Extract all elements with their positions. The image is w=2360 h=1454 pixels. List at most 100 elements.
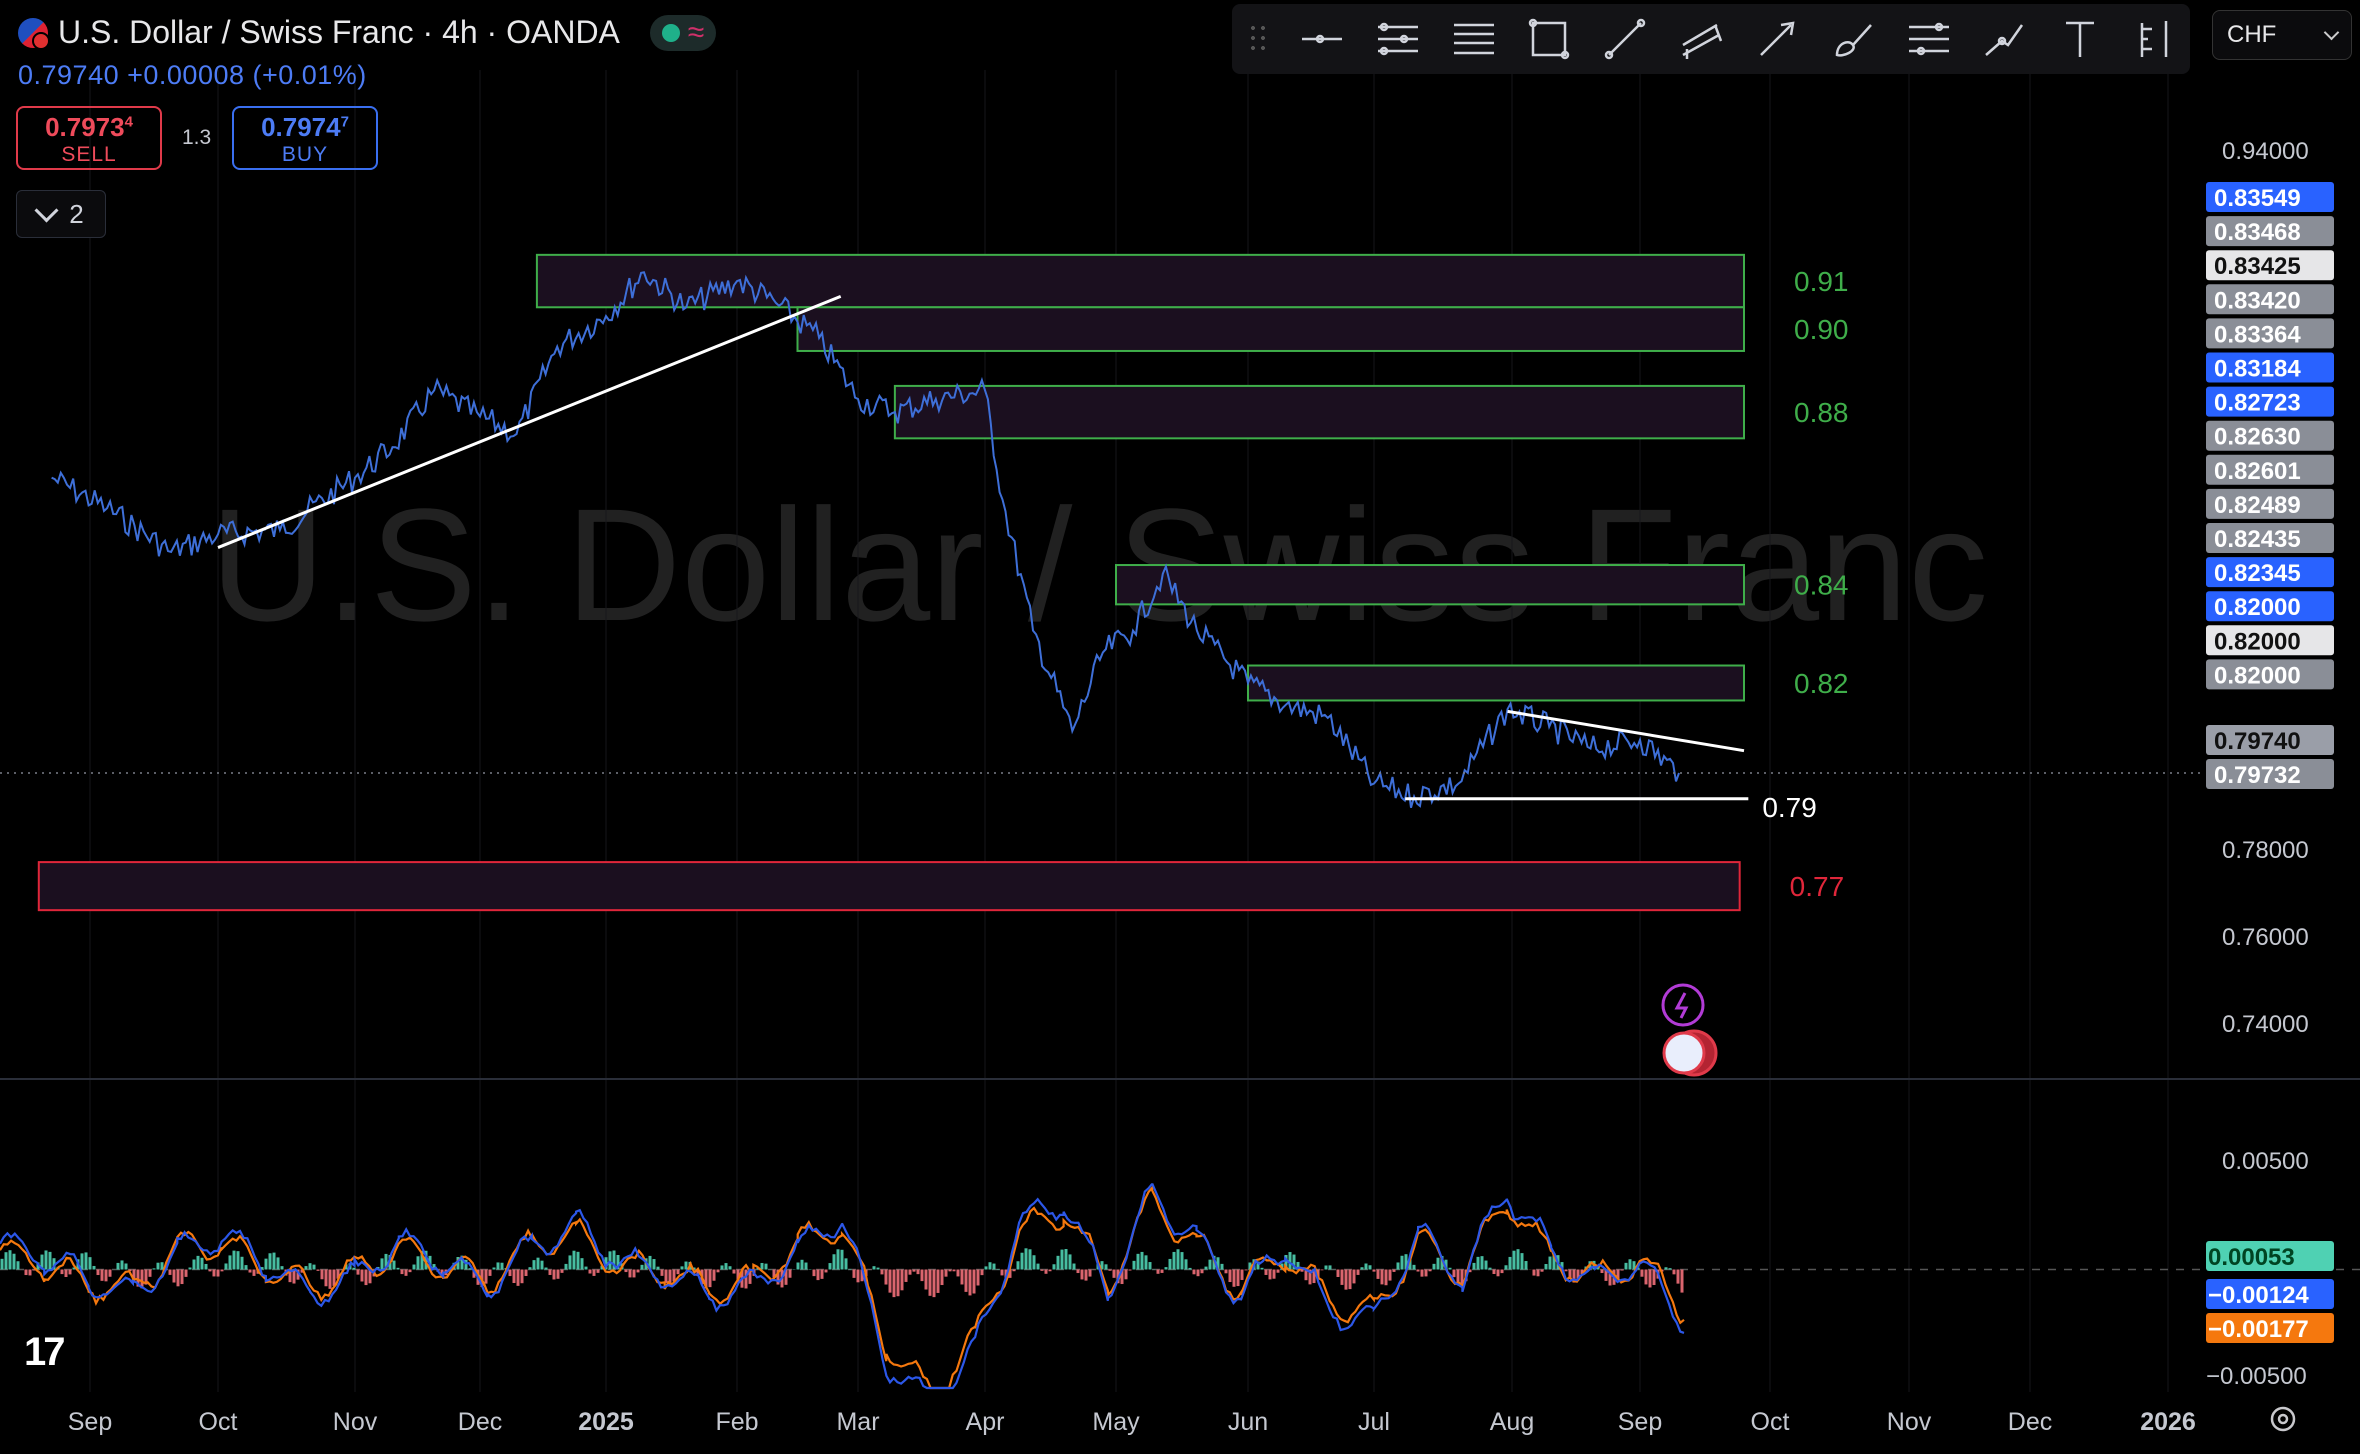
x-axis-tick: Dec xyxy=(2008,1408,2052,1436)
price-label-text: 0.82000 xyxy=(2214,594,2301,621)
regression-tool[interactable] xyxy=(1895,9,1963,69)
zone-0.88 xyxy=(893,384,1745,440)
price-label-text: 0.82489 xyxy=(2214,492,2301,519)
y-axis-tick: 0.78000 xyxy=(2222,837,2309,864)
sell-price-sup: 4 xyxy=(124,113,133,131)
zone-0.84 xyxy=(1115,564,1745,606)
price-label-text: 0.83425 xyxy=(2214,253,2301,280)
symbol-header[interactable]: U.S. Dollar / Swiss Franc · 4h · OANDA ≈ xyxy=(18,14,717,51)
chart-stage[interactable]: U.S. Dollar / Swiss Franc 0.79 0.91 0.90 0… xyxy=(0,0,2360,1449)
zone-0.90 xyxy=(796,306,1745,352)
price-label-text: 0.83468 xyxy=(2214,219,2301,246)
osc-value-text: −0.00177 xyxy=(2208,1316,2309,1343)
price-label-text: 0.83420 xyxy=(2214,287,2301,314)
parallel-channel-icon xyxy=(1377,22,1418,56)
oscillator-orange-line xyxy=(0,1184,1685,1390)
buy-price-sup: 7 xyxy=(340,113,349,131)
parallel-channel-tool[interactable] xyxy=(1364,9,1432,69)
text-tool[interactable] xyxy=(2046,9,2114,69)
long-position-tool[interactable] xyxy=(2122,9,2190,69)
drawing-toolbar[interactable] xyxy=(1232,4,2190,74)
sell-price: 0.7973 xyxy=(45,112,125,142)
zone-0.77 xyxy=(37,861,1741,912)
indicators-collapse-button[interactable]: 2 xyxy=(16,190,106,238)
x-axis-tick: Dec xyxy=(458,1408,502,1436)
buy-price: 0.7974 xyxy=(261,112,341,142)
x-axis-tick: Mar xyxy=(836,1408,879,1436)
buy-button[interactable]: 0.79747 BUY xyxy=(232,106,378,170)
regression-icon xyxy=(1908,22,1949,56)
brush-tool[interactable] xyxy=(1819,9,1887,69)
symbol-title[interactable]: U.S. Dollar / Swiss Franc · 4h · OANDA xyxy=(58,14,620,51)
osc-axis-tick: −0.00500 xyxy=(2206,1363,2307,1390)
x-axis-tick: Jun xyxy=(1228,1408,1268,1436)
path-icon xyxy=(1985,24,2024,56)
last-quote: 0.79740 +0.00008 (+0.01%) xyxy=(18,60,367,91)
brush-icon xyxy=(1835,24,1872,57)
price-label-text: 0.82723 xyxy=(2214,390,2301,417)
x-axis-tick: Nov xyxy=(333,1408,378,1436)
trend-line-tool[interactable] xyxy=(1591,9,1659,69)
lightning-icon xyxy=(1661,983,1705,1027)
usd-chf-flag-icon xyxy=(18,17,50,50)
price-label-text: 0.79740 xyxy=(2214,728,2301,755)
zone-label-0.77: 0.77 xyxy=(1790,871,1845,902)
price-label-text: 0.83364 xyxy=(2214,321,2301,348)
oscillator-blue-line xyxy=(0,1183,1685,1390)
pitchfork-tool[interactable] xyxy=(1667,9,1735,69)
sell-label: SELL xyxy=(61,143,117,166)
x-axis-tick: Jul xyxy=(1358,1408,1390,1436)
trendline-1 xyxy=(1507,709,1745,753)
buy-label: BUY xyxy=(281,143,329,166)
settings-gear-icon[interactable] xyxy=(2268,1404,2298,1434)
horizontal-ray-tool[interactable] xyxy=(1288,9,1356,69)
tradingview-logo[interactable]: 17 xyxy=(24,1330,65,1375)
arrow-icon xyxy=(1760,21,1795,56)
level-label-0.79: 0.79 xyxy=(1762,792,1817,823)
zone-0.82 xyxy=(1247,664,1745,702)
x-axis-tick: Sep xyxy=(1618,1408,1662,1436)
zone-label-0.84: 0.84 xyxy=(1794,570,1849,601)
zone-label-0.91: 0.91 xyxy=(1794,266,1849,297)
currency-select[interactable]: CHF xyxy=(2212,10,2352,60)
price-label-text: 0.82000 xyxy=(2214,628,2301,655)
long-position-icon xyxy=(2140,21,2168,57)
x-axis-tick: Oct xyxy=(199,1408,238,1436)
osc-value-text: −0.00124 xyxy=(2208,1282,2309,1309)
last-price: 0.79740 xyxy=(18,60,120,90)
zone-label-0.88: 0.88 xyxy=(1794,397,1849,428)
currency-value: CHF xyxy=(2227,21,2277,48)
y-axis-tick: 0.76000 xyxy=(2222,924,2309,951)
pitchfork-icon xyxy=(1682,23,1723,59)
chevron-down-icon xyxy=(2323,24,2340,41)
fib-lines-icon xyxy=(1453,23,1494,55)
y-axis-tick: 0.94000 xyxy=(2222,138,2309,165)
x-axis-tick: Aug xyxy=(1490,1408,1534,1436)
rectangle-icon xyxy=(1529,18,1570,60)
arrow-tool[interactable] xyxy=(1743,9,1811,69)
us-flag-event-icon xyxy=(1662,1031,1706,1075)
osc-axis-tick: 0.00500 xyxy=(2222,1148,2309,1175)
x-axis-tick: 2026 xyxy=(2140,1408,2196,1436)
zone-0.91 xyxy=(535,253,1745,309)
x-axis-tick: 2025 xyxy=(578,1408,634,1436)
drag-handle-icon[interactable] xyxy=(1248,23,1268,55)
market-open-icon xyxy=(661,23,680,42)
price-chart[interactable]: U.S. Dollar / Swiss Franc 0.79 0.910.900… xyxy=(0,0,2360,1449)
x-axis-tick: Apr xyxy=(966,1408,1005,1436)
rectangle-tool[interactable] xyxy=(1515,9,1583,69)
market-status-pill[interactable]: ≈ xyxy=(649,14,717,51)
path-tool[interactable] xyxy=(1971,9,2039,69)
sell-button[interactable]: 0.79734 SELL xyxy=(16,106,162,170)
fib-lines-tool[interactable] xyxy=(1440,9,1508,69)
osc-value-text: 0.00053 xyxy=(2208,1244,2295,1271)
price-label-text: 0.82630 xyxy=(2214,424,2301,451)
data-delay-icon: ≈ xyxy=(687,15,705,49)
x-axis-tick: Nov xyxy=(1887,1408,1932,1436)
price-label-text: 0.82345 xyxy=(2214,560,2301,587)
price-label-text: 0.79732 xyxy=(2214,762,2301,789)
zone-label-0.90: 0.90 xyxy=(1794,314,1849,345)
spread-value: 1.3 xyxy=(182,126,212,149)
price-label-text: 0.83184 xyxy=(2214,356,2301,383)
price-label-text: 0.82000 xyxy=(2214,662,2301,689)
